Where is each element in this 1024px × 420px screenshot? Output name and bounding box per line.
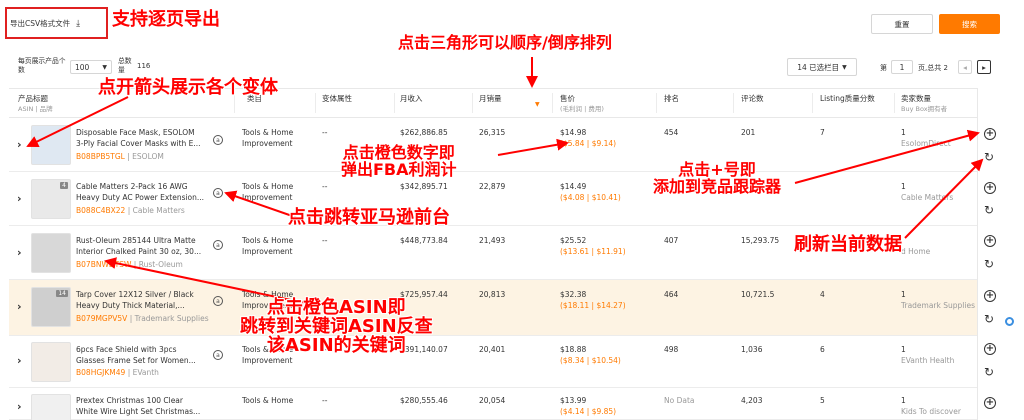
annotation-arrows (26, 57, 984, 304)
annotation-fba: 点击橙色数字即 弹出FBA利润计 (341, 144, 457, 179)
annotation-refresh: 刷新当前数据 (794, 234, 902, 255)
annotation-export: 支持逐页导出 (112, 9, 220, 30)
annotation-asin: 点击橙色ASIN即 跳转到关键词ASIN反查 该ASIN的关键词 (240, 298, 433, 356)
annotation-sort: 点击三角形可以顺序/倒序排列 (398, 33, 612, 52)
annotation-tracker-line: 添加到竞品跟踪器 (653, 176, 782, 196)
annotation-amazon: 点击跳转亚马逊前台 (288, 207, 450, 228)
annotation-asin-line: 该ASIN的关键词 (267, 334, 406, 356)
annotation-variants: 点开箭头展示各个变体 (98, 77, 278, 98)
annotation-fba-line: 弹出FBA利润计 (341, 159, 457, 179)
annotation-asin-line: 跳转到关键词ASIN反查 (240, 315, 433, 337)
annotation-tracker: 点击+号即 添加到竞品跟踪器 (653, 161, 782, 196)
